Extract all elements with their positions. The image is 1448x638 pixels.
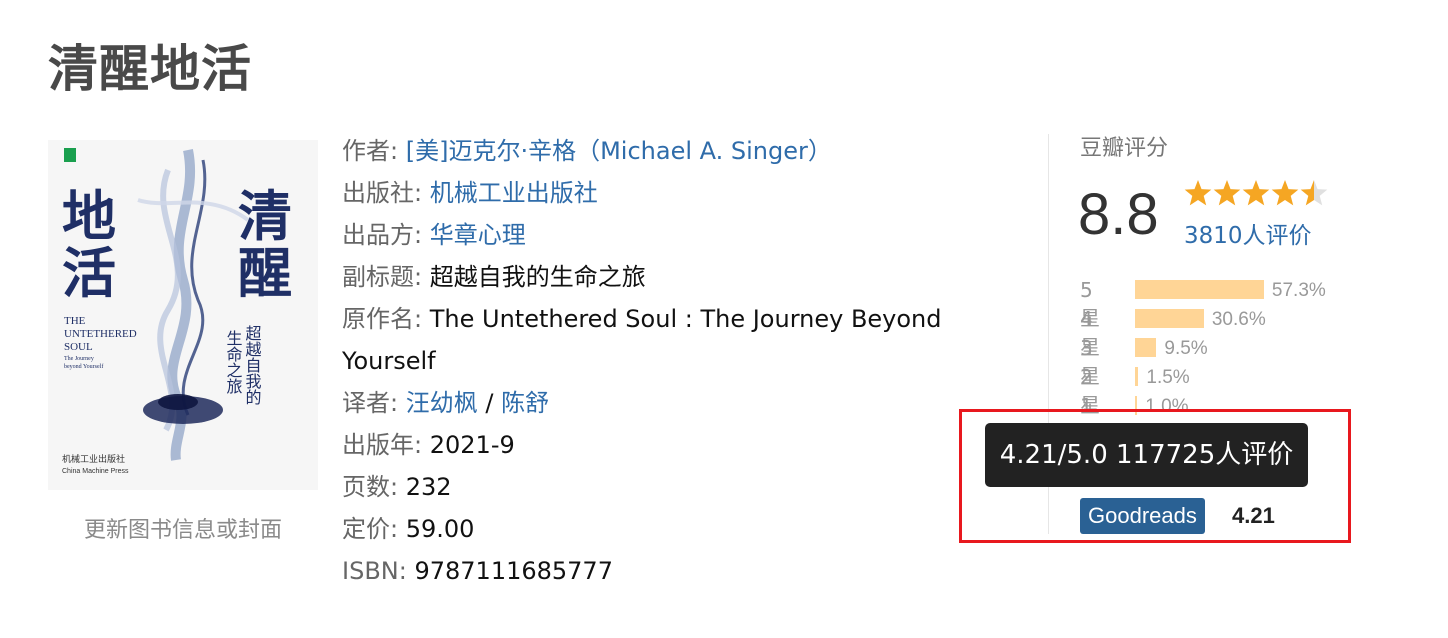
producer-link[interactable]: 华章心理: [430, 221, 526, 249]
info-producer: 出品方: 华章心理: [342, 214, 962, 256]
isbn-value: 9787111685777: [414, 557, 613, 585]
info-label: 原作名:: [342, 305, 423, 333]
rating-bar: [1135, 280, 1264, 299]
info-publisher: 出版社: 机械工业出版社: [342, 172, 962, 214]
star-icon: [1184, 180, 1212, 206]
info-price: 定价: 59.00: [342, 508, 962, 550]
translator-separator: /: [477, 389, 502, 417]
info-label: 出版年:: [342, 431, 423, 459]
star-icon: [1300, 180, 1328, 206]
cover-title-char-1: 清: [238, 185, 292, 248]
cover-en-title-2: UNTETHERED: [64, 328, 137, 340]
price-value: 59.00: [405, 515, 475, 543]
rating-bar-percent: 57.3%: [1271, 280, 1326, 301]
star-icon: [1213, 180, 1241, 206]
cover-title-char-3: 地: [62, 185, 116, 248]
info-original-title-cont: Yourself: [342, 340, 962, 382]
info-label: 定价:: [342, 515, 399, 543]
highlight-box: [959, 409, 1351, 543]
cover-publisher-en: China Machine Press: [62, 468, 129, 475]
rating-bar-percent: 1.5%: [1146, 367, 1190, 388]
rating-heading: 豆瓣评分: [1080, 136, 1169, 161]
cover-subtitle-1: 超越自我的: [243, 325, 262, 406]
book-cover[interactable]: 清 醒 地 活 THE UNTETHERED SOUL The Journey …: [48, 140, 318, 490]
info-label: 副标题:: [342, 263, 423, 291]
subtitle-value: 超越自我的生命之旅: [429, 263, 646, 291]
year-value: 2021-9: [429, 431, 515, 459]
page-title: 清醒地活: [48, 40, 252, 98]
translator-link-1[interactable]: 汪幼枫: [406, 389, 478, 417]
info-label: 出品方:: [342, 221, 423, 249]
info-pages: 页数: 232: [342, 466, 962, 508]
publisher-link[interactable]: 机械工业出版社: [430, 179, 598, 207]
pages-value: 232: [405, 473, 452, 501]
info-isbn: ISBN: 9787111685777: [342, 550, 962, 592]
original-title-value-cont: Yourself: [342, 347, 436, 375]
rating-bar: [1135, 309, 1204, 328]
author-link[interactable]: [美]迈克尔·辛格（Michael A. Singer）: [406, 137, 832, 165]
book-info: 作者: [美]迈克尔·辛格（Michael A. Singer） 出版社: 机械…: [342, 130, 962, 592]
original-title-value: The Untethered Soul : The Journey Beyond: [429, 305, 942, 333]
cover-subtitle-2: 生命之旅: [224, 330, 243, 395]
rating-stars: [1184, 178, 1334, 215]
info-label: 译者:: [342, 389, 399, 417]
rating-bar: [1135, 338, 1157, 357]
cover-en-title-1: THE: [64, 315, 86, 327]
cover-en-sub-1: The Journey: [64, 356, 94, 362]
translator-link-2[interactable]: 陈舒: [501, 389, 549, 417]
info-label: 页数:: [342, 473, 399, 501]
star-icon: [1242, 180, 1270, 206]
rating-people-link[interactable]: 3810人评价: [1184, 216, 1312, 250]
rating-bar: [1135, 367, 1139, 386]
star-icons: [1184, 180, 1328, 206]
book-cover-art: 清 醒 地 活 THE UNTETHERED SOUL The Journey …: [48, 140, 318, 490]
info-label: 作者:: [342, 137, 399, 165]
star-icon: [1271, 180, 1299, 206]
info-label: 出版社:: [342, 179, 423, 207]
info-translator: 译者: 汪幼枫 / 陈舒: [342, 382, 962, 424]
cover-en-sub-2: beyond Yourself: [64, 363, 103, 370]
rating-bar-percent: 30.6%: [1211, 309, 1266, 330]
cover-title-char-4: 活: [62, 242, 116, 305]
info-subtitle: 副标题: 超越自我的生命之旅: [342, 256, 962, 298]
rating-score: 8.8: [1078, 182, 1159, 247]
cover-title-char-2: 醒: [238, 242, 292, 305]
cover-en-title-3: SOUL: [64, 341, 93, 353]
rating-bar-percent: 9.5%: [1164, 338, 1208, 359]
info-year: 出版年: 2021-9: [342, 424, 962, 466]
info-author: 作者: [美]迈克尔·辛格（Michael A. Singer）: [342, 130, 962, 172]
cover-publisher: 机械工业出版社: [62, 453, 125, 465]
info-label: ISBN:: [342, 557, 407, 585]
update-cover-link[interactable]: 更新图书信息或封面: [48, 512, 318, 544]
info-original-title: 原作名: The Untethered Soul : The Journey B…: [342, 298, 962, 340]
